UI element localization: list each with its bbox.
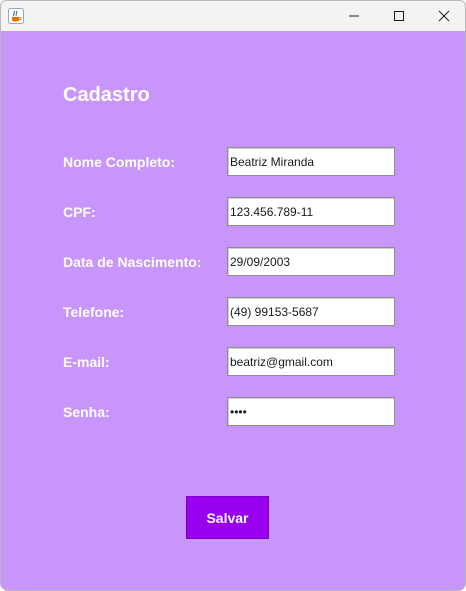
full-name-field[interactable]: Beatriz Miranda (227, 147, 395, 176)
password-field[interactable]: •••• (227, 397, 395, 426)
save-button[interactable]: Salvar (186, 496, 269, 539)
email-field[interactable]: beatriz@gmail.com (227, 347, 395, 376)
birth-date-field[interactable]: 29/09/2003 (227, 247, 395, 276)
close-button[interactable] (421, 1, 465, 31)
maximize-button[interactable] (376, 1, 422, 31)
email-label: E-mail: (63, 354, 110, 370)
phone-label: Telefone: (63, 304, 125, 320)
minimize-icon (349, 15, 359, 17)
cpf-label: CPF: (63, 204, 96, 220)
cpf-field[interactable]: 123.456.789-11 (227, 197, 395, 226)
form-panel: Cadastro Nome Completo: Beatriz Miranda … (1, 31, 465, 590)
birth-date-label: Data de Nascimento: (63, 254, 202, 270)
form-title: Cadastro (63, 84, 150, 106)
password-label: Senha: (63, 404, 110, 420)
close-icon (438, 10, 450, 22)
minimize-button[interactable] (331, 1, 377, 31)
app-window: Cadastro Nome Completo: Beatriz Miranda … (0, 0, 466, 591)
full-name-label: Nome Completo: (63, 154, 175, 170)
phone-field[interactable]: (49) 99153-5687 (227, 297, 395, 326)
title-bar[interactable] (1, 1, 465, 31)
java-coffee-cup-icon (8, 8, 24, 24)
maximize-icon (394, 11, 404, 21)
